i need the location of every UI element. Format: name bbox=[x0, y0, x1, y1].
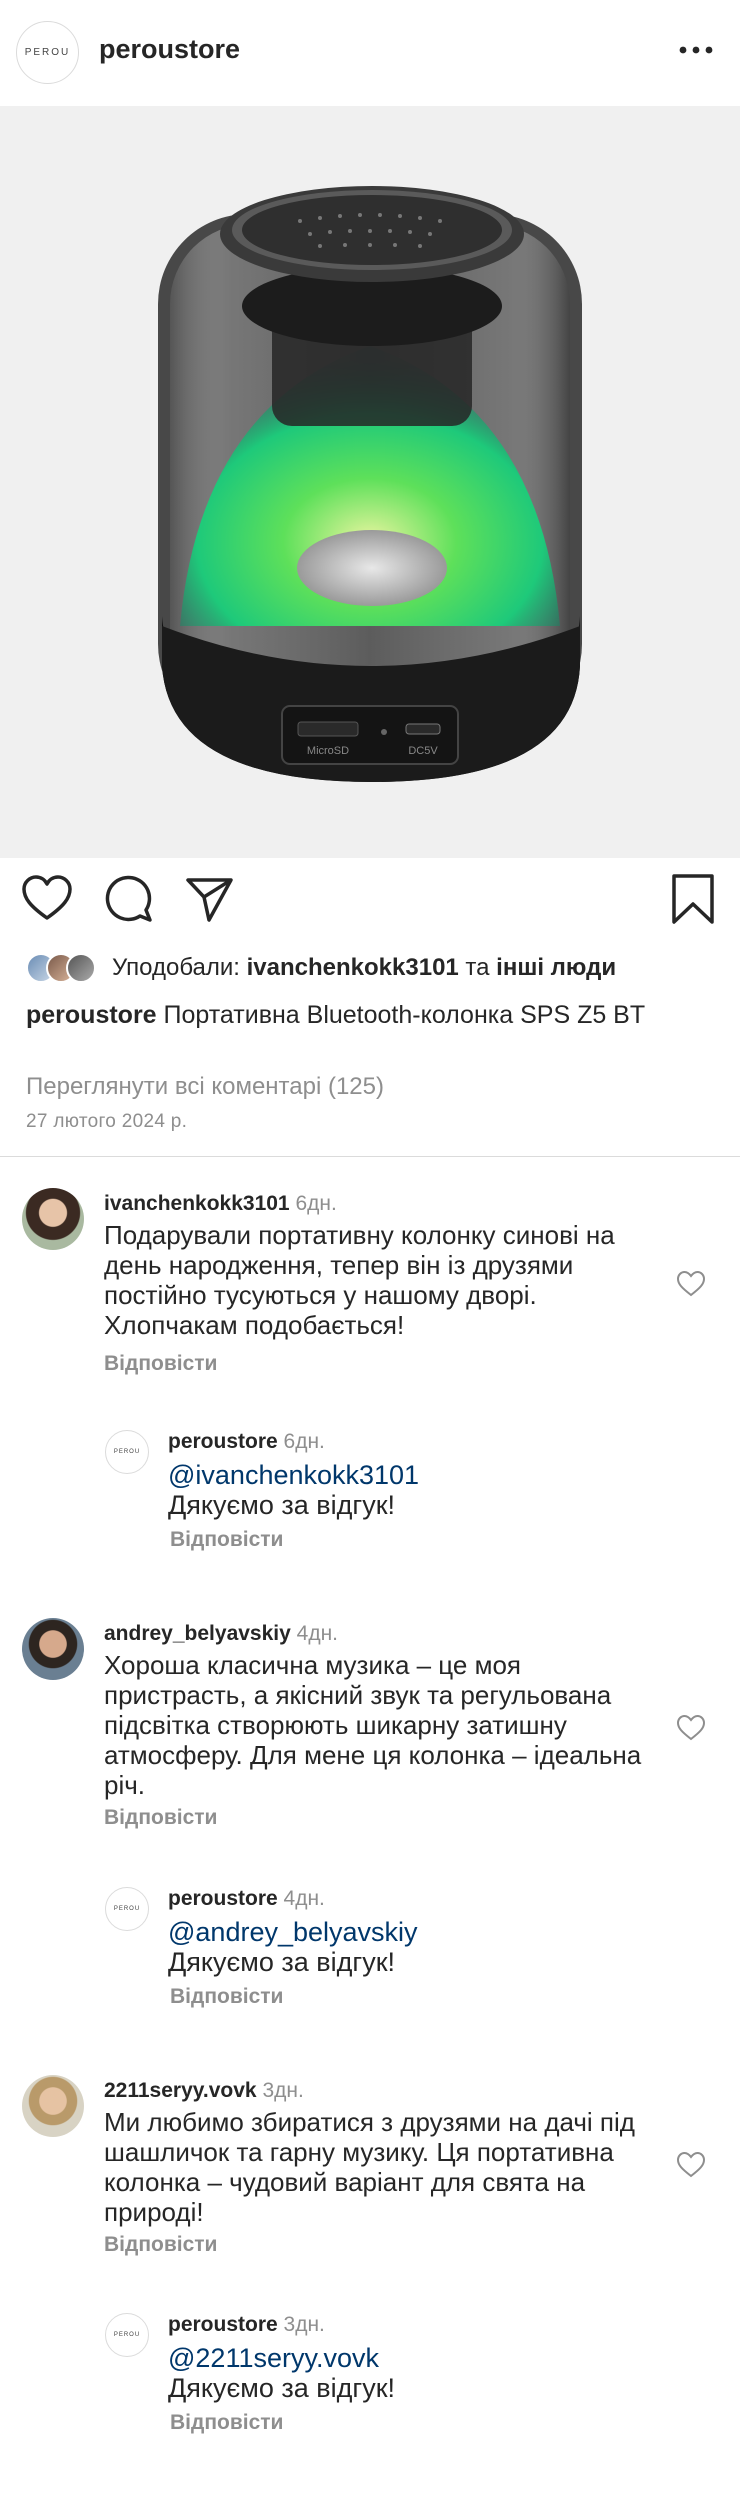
reply-link[interactable]: Відповісти bbox=[170, 1985, 283, 2009]
caption-username[interactable]: peroustore bbox=[26, 1001, 157, 1029]
comment-text: Хороша класична музика – це моя пристрас… bbox=[104, 1650, 642, 1800]
port-label-microsd: MicroSD bbox=[307, 745, 349, 757]
commenter-avatar[interactable] bbox=[22, 1188, 84, 1250]
reply-link[interactable]: Відповісти bbox=[104, 1352, 217, 1376]
reply-mention[interactable]: @2211seryy.vovk bbox=[168, 2343, 379, 2374]
comment: andrey_belyavskiy 4дн. Хороша класична м… bbox=[0, 1618, 740, 1838]
bookmark-icon[interactable] bbox=[666, 872, 720, 926]
post-image[interactable]: MicroSD DC5V bbox=[0, 106, 740, 858]
reply-mention[interactable]: @andrey_belyavskiy bbox=[168, 1917, 418, 1948]
reply-time: 4дн. bbox=[283, 1887, 325, 1910]
comment-time: 6дн. bbox=[295, 1192, 337, 1215]
reply-avatar[interactable]: PEROU bbox=[105, 2313, 149, 2357]
commenter-avatar[interactable] bbox=[22, 2075, 84, 2137]
reply-link[interactable]: Відповісти bbox=[104, 2233, 217, 2257]
reply-text: Дякуємо за відгук! bbox=[168, 1947, 396, 1977]
comment-reply: PEROU peroustore 4дн. @andrey_belyavskiy… bbox=[0, 1887, 740, 2017]
likes-text: Уподобали: ivanchenkokk3101 та інші люди bbox=[112, 954, 617, 981]
likes-others-link[interactable]: інші люди bbox=[496, 954, 616, 981]
comment-like-icon[interactable] bbox=[676, 1270, 706, 1298]
reply-link[interactable]: Відповісти bbox=[170, 1528, 283, 1552]
more-horizontal-icon[interactable] bbox=[678, 40, 714, 60]
comment-reply: PEROU peroustore 6дн. @ivanchenkokk3101 … bbox=[0, 1430, 740, 1560]
caption-text: Портативна Bluetooth-колонка SPS Z5 BT bbox=[156, 1001, 646, 1029]
post-caption: peroustore Портативна Bluetooth-колонка … bbox=[26, 997, 666, 1034]
comment-username[interactable]: andrey_belyavskiy bbox=[104, 1622, 291, 1645]
reply-username[interactable]: peroustore bbox=[168, 1887, 278, 1910]
reply-username[interactable]: peroustore bbox=[168, 1430, 278, 1453]
comment-icon[interactable] bbox=[102, 872, 156, 926]
reply-link[interactable]: Відповісти bbox=[104, 1806, 217, 1830]
comment: ivanchenkokk3101 6дн. Подарували портати… bbox=[0, 1188, 740, 1388]
divider bbox=[0, 1156, 740, 1157]
speaker-illustration: MicroSD DC5V bbox=[158, 186, 582, 782]
liker-avatar bbox=[66, 953, 96, 983]
comment-username[interactable]: 2211seryy.vovk bbox=[104, 2079, 257, 2102]
post-header: PEROU peroustore bbox=[0, 0, 740, 106]
comment-like-icon[interactable] bbox=[676, 2151, 706, 2179]
action-bar bbox=[0, 872, 740, 932]
reply-username[interactable]: peroustore bbox=[168, 2313, 278, 2336]
comment-like-icon[interactable] bbox=[676, 1714, 706, 1742]
comment: 2211seryy.vovk 3дн. Ми любимо збиратися … bbox=[0, 2075, 740, 2275]
store-username[interactable]: peroustore bbox=[99, 34, 240, 65]
reply-time: 6дн. bbox=[283, 1430, 325, 1453]
comment-username[interactable]: ivanchenkokk3101 bbox=[104, 1192, 290, 1215]
reply-text: Дякуємо за відгук! bbox=[168, 1490, 396, 1520]
store-avatar[interactable]: PEROU bbox=[16, 21, 79, 84]
view-all-comments-link[interactable]: Переглянути всі коментарі (125) bbox=[26, 1073, 384, 1101]
comment-text: Подарували портативну колонку синові на … bbox=[104, 1220, 615, 1340]
liker-username[interactable]: ivanchenkokk3101 bbox=[247, 954, 459, 981]
comment-time: 4дн. bbox=[296, 1622, 339, 1645]
reply-text: Дякуємо за відгук! bbox=[168, 2373, 396, 2403]
post-date: 27 лютого 2024 р. bbox=[26, 1111, 188, 1132]
liker-avatars[interactable] bbox=[26, 953, 112, 983]
port-label-dc5v: DC5V bbox=[408, 745, 438, 757]
comment-reply: PEROU peroustore 3дн. @2211seryy.vovk Дя… bbox=[0, 2313, 740, 2443]
reply-avatar[interactable]: PEROU bbox=[105, 1887, 149, 1931]
reply-avatar[interactable]: PEROU bbox=[105, 1430, 149, 1474]
likes-summary: Уподобали: ivanchenkokk3101 та інші люди bbox=[26, 953, 616, 983]
reply-mention[interactable]: @ivanchenkokk3101 bbox=[168, 1460, 419, 1491]
reply-time: 3дн. bbox=[283, 2313, 325, 2336]
reply-link[interactable]: Відповісти bbox=[170, 2411, 283, 2435]
heart-icon[interactable] bbox=[20, 872, 74, 926]
comment-text: Ми любимо збиратися з друзями на дачі пі… bbox=[104, 2107, 635, 2227]
commenter-avatar[interactable] bbox=[22, 1618, 84, 1680]
send-icon[interactable] bbox=[182, 872, 236, 926]
comment-time: 3дн. bbox=[262, 2079, 304, 2102]
